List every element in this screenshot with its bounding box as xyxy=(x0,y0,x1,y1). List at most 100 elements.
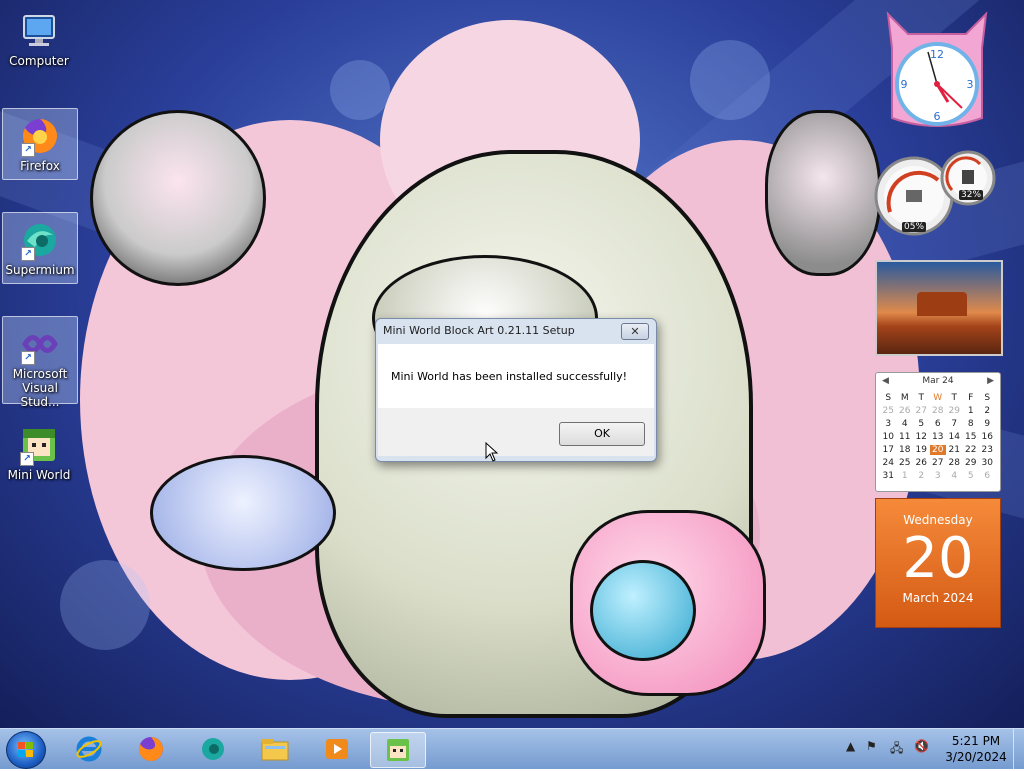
supermium-icon xyxy=(202,738,224,760)
calendar-day[interactable]: 7 xyxy=(946,419,963,429)
calendar-day[interactable]: 16 xyxy=(979,432,996,442)
calendar-day[interactable]: 4 xyxy=(897,419,914,429)
calendar-day[interactable]: 14 xyxy=(946,432,963,442)
shortcut-arrow-icon: ↗ xyxy=(20,452,34,466)
calendar-day[interactable]: 8 xyxy=(963,419,980,429)
desktop-icon-firefox[interactable]: ↗ Firefox xyxy=(2,108,78,180)
calendar-day[interactable]: 26 xyxy=(913,458,930,468)
cpu-meter-gadget[interactable]: 05% 32% xyxy=(872,150,998,240)
calendar-day[interactable]: 5 xyxy=(963,471,980,481)
weekday-header: M xyxy=(900,393,909,403)
dialog-message: Mini World has been installed successful… xyxy=(391,370,628,383)
desktop-icon-label: Microsoft Visual Stud... xyxy=(12,367,68,409)
taskbar: ▲ ⚑ 🖧 🔇 5:21 PM 3/20/2024 xyxy=(0,728,1024,769)
start-button[interactable] xyxy=(6,731,46,769)
calendar-day[interactable]: 6 xyxy=(979,471,996,481)
calendar-day[interactable]: 2 xyxy=(913,471,930,481)
slideshow-gadget[interactable] xyxy=(875,260,1003,356)
calendar-day[interactable]: 13 xyxy=(930,432,947,442)
calendar-day[interactable]: 28 xyxy=(930,406,947,416)
dialog-close-button[interactable]: ✕ xyxy=(621,323,649,340)
calendar-day[interactable]: 25 xyxy=(880,406,897,416)
calendar-day[interactable]: 11 xyxy=(897,432,914,442)
svg-text:6: 6 xyxy=(934,110,941,123)
mini-world-icon: ↗ xyxy=(18,424,60,466)
taskbar-time: 5:21 PM xyxy=(951,734,1001,748)
taskbar-media-player[interactable] xyxy=(310,732,364,766)
calendar-day[interactable]: 28 xyxy=(946,458,963,468)
show-hidden-icons-button[interactable]: ▲ xyxy=(846,739,855,753)
firefox-icon xyxy=(138,737,163,761)
calendar-month-view: ◀ Mar 24 ▶ S M T W T F S 25 26 27 28 29 … xyxy=(875,372,1001,492)
internet-explorer-icon xyxy=(76,736,102,762)
taskbar-internet-explorer[interactable] xyxy=(62,732,116,766)
windows-logo-icon xyxy=(18,742,33,757)
taskbar-file-explorer[interactable] xyxy=(248,732,302,766)
calendar-day[interactable]: 10 xyxy=(880,432,897,442)
visual-studio-icon: ↗ xyxy=(19,323,61,365)
calendar-day[interactable]: 22 xyxy=(963,445,980,455)
shortcut-arrow-icon: ↗ xyxy=(21,143,35,157)
desktop-icon-label: Firefox xyxy=(20,159,60,173)
calendar-gadget[interactable]: ◀ Mar 24 ▶ S M T W T F S 25 26 27 28 29 … xyxy=(875,372,1001,628)
volume-muted-icon[interactable]: 🔇 xyxy=(914,739,929,753)
calendar-day[interactable]: 24 xyxy=(880,458,897,468)
calendar-day[interactable]: 2 xyxy=(979,406,996,416)
show-desktop-button[interactable] xyxy=(1013,729,1024,769)
calendar-day[interactable]: 6 xyxy=(930,419,947,429)
dialog-body: Mini World has been installed successful… xyxy=(378,344,654,408)
wallpaper-bubble xyxy=(330,60,390,120)
calendar-day[interactable]: 27 xyxy=(930,458,947,468)
calendar-day[interactable]: 17 xyxy=(880,445,897,455)
calendar-day[interactable]: 29 xyxy=(946,406,963,416)
calendar-day[interactable]: 31 xyxy=(880,471,897,481)
wallpaper-cat-helmet xyxy=(590,560,696,661)
calendar-day[interactable]: 29 xyxy=(963,458,980,468)
calendar-day[interactable]: 5 xyxy=(913,419,930,429)
calendar-day[interactable]: 25 xyxy=(897,458,914,468)
desktop-icon-mini-world[interactable]: ↗ Mini World xyxy=(2,418,76,488)
calendar-day[interactable]: 3 xyxy=(880,419,897,429)
wallpaper-bear-right xyxy=(765,110,881,276)
taskbar-clock[interactable]: 5:21 PM 3/20/2024 xyxy=(936,733,1016,765)
desktop-icon-label: Supermium xyxy=(5,263,75,277)
calendar-day-view: Wednesday 20 March 2024 xyxy=(875,498,1001,628)
media-player-icon xyxy=(326,739,348,759)
desktop-icon-supermium[interactable]: ↗ Supermium xyxy=(2,212,78,284)
clock-gadget[interactable]: 12 3 6 9 xyxy=(878,8,996,134)
calendar-day-number: 20 xyxy=(902,526,974,591)
calendar-day[interactable]: 19 xyxy=(913,445,930,455)
ok-button[interactable]: OK xyxy=(559,422,645,446)
calendar-day[interactable]: 30 xyxy=(979,458,996,468)
calendar-day[interactable]: 27 xyxy=(913,406,930,416)
calendar-day[interactable]: 12 xyxy=(913,432,930,442)
calendar-day[interactable]: 18 xyxy=(897,445,914,455)
desktop-icon-visual-studio[interactable]: ↗ Microsoft Visual Stud... xyxy=(2,316,78,409)
calendar-day-today[interactable]: 20 xyxy=(929,445,946,455)
svg-text:9: 9 xyxy=(901,78,908,91)
calendar-day[interactable]: 3 xyxy=(930,471,947,481)
taskbar-supermium[interactable] xyxy=(186,732,240,766)
calendar-day[interactable]: 1 xyxy=(897,471,914,481)
calendar-day[interactable]: 23 xyxy=(979,445,996,455)
network-icon[interactable]: 🖧 xyxy=(890,739,903,760)
slideshow-photo-mesa xyxy=(917,292,967,316)
dialog-title: Mini World Block Art 0.21.11 Setup xyxy=(383,324,575,337)
calendar-day[interactable]: 15 xyxy=(963,432,980,442)
calendar-next-icon[interactable]: ▶ xyxy=(987,376,994,386)
taskbar-firefox[interactable] xyxy=(124,732,178,766)
calendar-day[interactable]: 1 xyxy=(963,406,980,416)
taskbar-mini-world[interactable] xyxy=(370,732,426,768)
calendar-day[interactable]: 4 xyxy=(946,471,963,481)
calendar-day[interactable]: 9 xyxy=(979,419,996,429)
calendar-day[interactable]: 21 xyxy=(946,445,963,455)
setup-complete-dialog: Mini World Block Art 0.21.11 Setup ✕ Min… xyxy=(375,318,657,462)
weekday-header: F xyxy=(968,393,974,403)
desktop-icon-computer[interactable]: Computer xyxy=(2,4,76,74)
computer-icon xyxy=(18,10,60,52)
action-center-flag-icon[interactable]: ⚑ xyxy=(866,739,877,753)
wallpaper-bubble xyxy=(690,40,770,120)
memory-usage-value: 32% xyxy=(959,190,984,200)
calendar-day[interactable]: 26 xyxy=(897,406,914,416)
file-explorer-icon xyxy=(261,739,289,761)
